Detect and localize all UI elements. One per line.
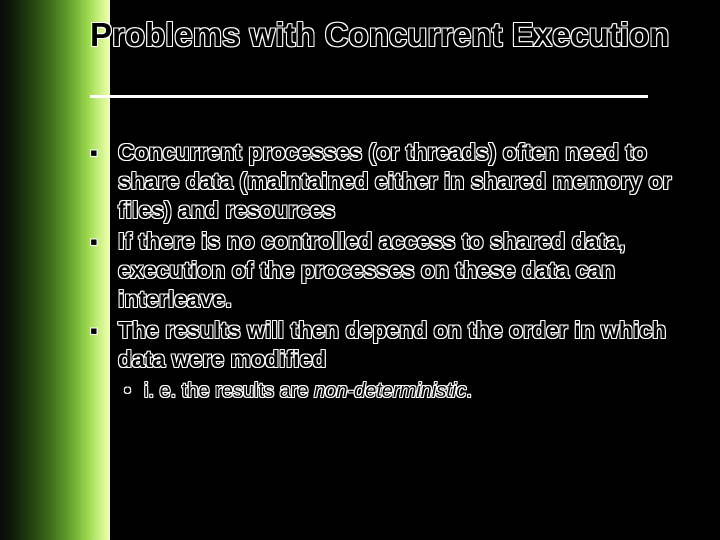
slide-title: Problems with Concurrent Execution: [90, 18, 680, 53]
bullet-item: ▪ Concurrent processes (or threads) ofte…: [90, 138, 690, 225]
sub-suffix: .: [466, 380, 472, 402]
sub-bullet-item: • i. e. the results are non-deterministi…: [124, 378, 690, 405]
sub-prefix: i. e. the results are: [144, 380, 314, 402]
bullet-text: The results will then depend on the orde…: [118, 316, 690, 374]
square-bullet-icon: ▪: [90, 316, 118, 345]
square-bullet-icon: ▪: [90, 227, 118, 256]
bullet-item: ▪ The results will then depend on the or…: [90, 316, 690, 374]
bullet-text: If there is no controlled access to shar…: [118, 227, 690, 314]
sub-emph: non-deterministic: [314, 380, 466, 402]
bullet-text: Concurrent processes (or threads) often …: [118, 138, 690, 225]
bullet-item: ▪ If there is no controlled access to sh…: [90, 227, 690, 314]
sub-bullet-text: i. e. the results are non-deterministic.: [144, 378, 690, 405]
slide: Problems with Concurrent Execution ▪ Con…: [0, 0, 720, 540]
square-bullet-icon: ▪: [90, 138, 118, 167]
dot-bullet-icon: •: [124, 378, 144, 405]
title-underline: [90, 95, 648, 98]
slide-body: ▪ Concurrent processes (or threads) ofte…: [90, 138, 690, 405]
